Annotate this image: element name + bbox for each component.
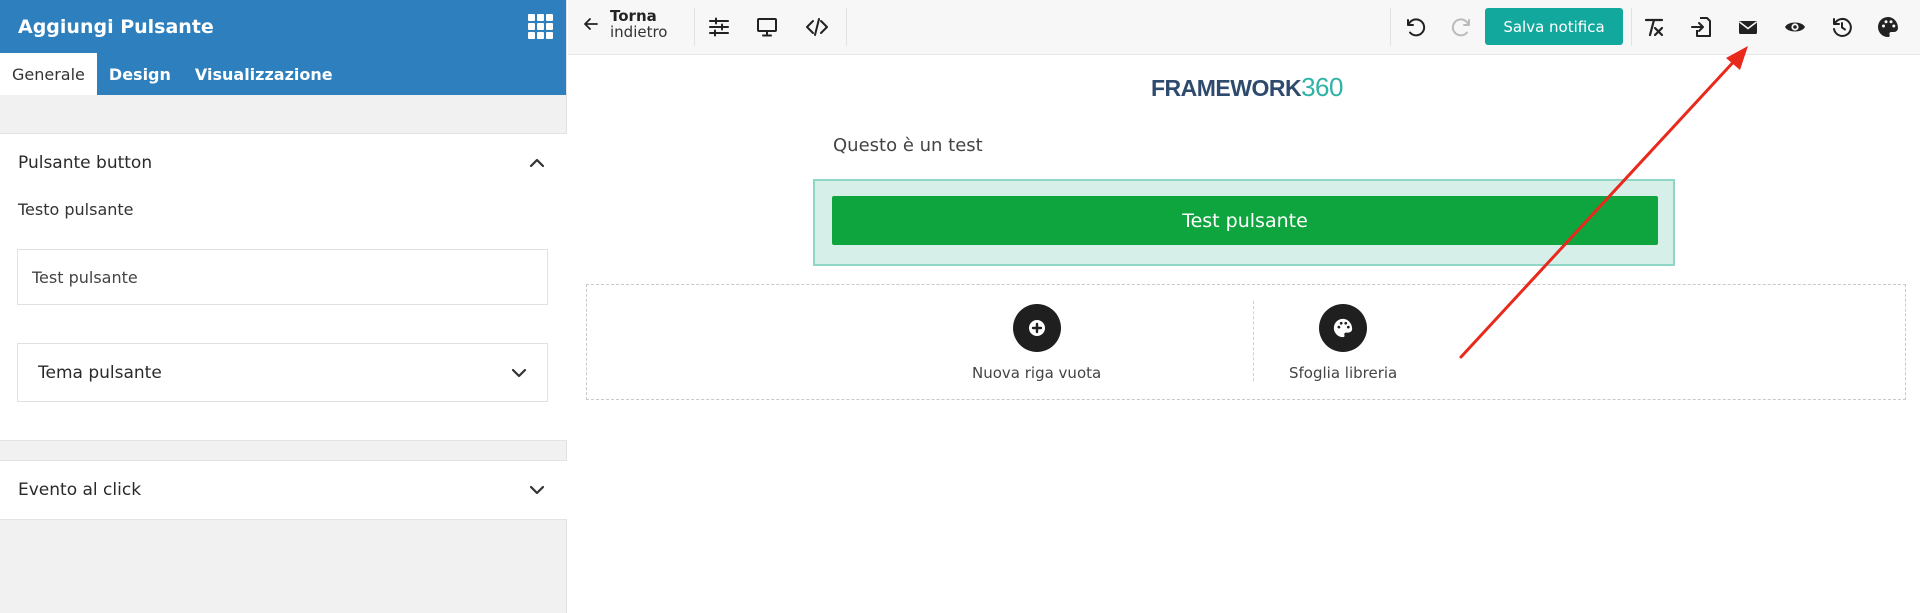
panel-pulsante-button: Pulsante button Testo pulsante Tema puls… bbox=[0, 133, 567, 441]
new-empty-row-button[interactable]: Nuova riga vuota bbox=[972, 304, 1101, 382]
clear-format-icon[interactable] bbox=[1639, 12, 1669, 42]
dropzone-divider bbox=[1253, 301, 1254, 381]
sidebar-title: Aggiungi Pulsante bbox=[18, 15, 214, 38]
back-button[interactable]: Torna indietro bbox=[582, 8, 668, 40]
panel-evento-click-header[interactable]: Evento al click bbox=[0, 461, 567, 519]
new-row-label: Nuova riga vuota bbox=[972, 364, 1102, 382]
tema-pulsante-title: Tema pulsante bbox=[38, 362, 162, 383]
panel-title: Evento al click bbox=[18, 480, 142, 500]
eye-preview-icon[interactable] bbox=[1780, 12, 1810, 42]
toolbar-divider bbox=[846, 8, 847, 46]
editor-canvas: FRAMEWORK360 Questo è un test Test pulsa… bbox=[568, 56, 1920, 613]
panel-pulsante-button-header[interactable]: Pulsante button bbox=[0, 134, 567, 192]
framework360-logo: FRAMEWORK360 bbox=[1151, 72, 1343, 103]
panel-evento-click: Evento al click bbox=[0, 460, 567, 520]
toolbar-divider bbox=[1390, 8, 1391, 46]
add-row-dropzone: Nuova riga vuota Sfoglia libreria bbox=[586, 284, 1906, 400]
palette-icon bbox=[1319, 304, 1368, 352]
import-file-icon[interactable] bbox=[1686, 12, 1716, 42]
chevron-up-icon bbox=[529, 158, 545, 168]
sidebar-header: Aggiungi Pulsante bbox=[0, 0, 566, 53]
back-label-line2: indietro bbox=[610, 23, 668, 41]
browse-library-button[interactable]: Sfoglia libreria bbox=[1289, 304, 1397, 382]
selected-button-block[interactable]: Test pulsante bbox=[813, 179, 1675, 266]
sidebar: Aggiungi Pulsante Generale Design Visual… bbox=[0, 0, 567, 613]
history-icon[interactable] bbox=[1827, 12, 1857, 42]
arrow-left-icon bbox=[584, 18, 598, 30]
save-notification-button[interactable]: Salva notifica bbox=[1485, 8, 1623, 45]
tab-design[interactable]: Design bbox=[97, 53, 183, 95]
code-icon[interactable] bbox=[802, 12, 832, 42]
logo-text: FRAMEWORK bbox=[1151, 75, 1302, 101]
palette-icon[interactable] bbox=[1873, 12, 1903, 42]
apps-grid-icon[interactable] bbox=[528, 13, 554, 40]
tab-generale[interactable]: Generale bbox=[0, 53, 97, 95]
toolbar-divider bbox=[1631, 8, 1632, 46]
test-pulsante-button[interactable]: Test pulsante bbox=[832, 196, 1658, 245]
sidebar-tabs: Generale Design Visualizzazione bbox=[0, 53, 566, 95]
back-label-line1: Torna bbox=[610, 7, 657, 25]
tab-visualizzazione[interactable]: Visualizzazione bbox=[183, 53, 345, 95]
envelope-icon[interactable] bbox=[1733, 12, 1763, 42]
intro-text[interactable]: Questo è un test bbox=[833, 135, 983, 156]
settings-sliders-icon[interactable] bbox=[704, 12, 734, 42]
panel-title: Pulsante button bbox=[18, 153, 153, 173]
tema-pulsante-accordion[interactable]: Tema pulsante bbox=[17, 343, 548, 402]
testo-pulsante-input[interactable] bbox=[17, 249, 548, 305]
logo-number: 360 bbox=[1301, 72, 1343, 102]
chevron-down-icon bbox=[529, 485, 545, 495]
library-label: Sfoglia libreria bbox=[1289, 364, 1398, 382]
undo-icon[interactable] bbox=[1400, 12, 1430, 42]
chevron-down-icon bbox=[511, 368, 527, 377]
toolbar-divider bbox=[694, 8, 695, 46]
plus-circle-icon bbox=[1012, 304, 1061, 352]
redo-icon[interactable] bbox=[1447, 12, 1477, 42]
testo-pulsante-label: Testo pulsante bbox=[18, 200, 134, 219]
editor-toolbar: Torna indietro Salva notifica bbox=[568, 0, 1920, 55]
desktop-monitor-icon[interactable] bbox=[752, 12, 782, 42]
